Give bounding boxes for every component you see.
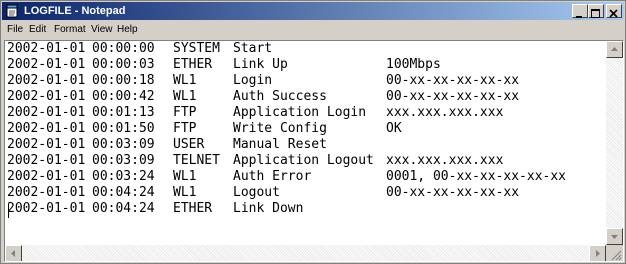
log-source: ETHER (173, 57, 213, 72)
editor[interactable]: 2002-01-01 00:00:00 SYSTEM Start 2002-01… (4, 40, 624, 262)
menu-edit[interactable]: Edit (29, 23, 46, 36)
minimize-icon (576, 16, 582, 18)
log-source: FTP (173, 121, 197, 136)
maximize-icon (591, 9, 600, 18)
minimize-button[interactable] (572, 4, 588, 18)
log-time: 00:00:42 (92, 89, 155, 104)
log-event: Link Up (233, 57, 288, 72)
text-area[interactable]: 2002-01-01 00:00:00 SYSTEM Start 2002-01… (5, 41, 606, 245)
window-title: LOGFILE - Notepad (24, 5, 126, 17)
log-source: WL1 (173, 169, 197, 184)
vertical-scrollbar[interactable] (606, 41, 623, 245)
log-value: xxx.xxx.xxx.xxx (386, 153, 504, 168)
notepad-icon (6, 4, 18, 18)
log-date: 2002-01-01 (7, 169, 86, 184)
scroll-left-button[interactable] (5, 245, 22, 261)
text-caret (8, 204, 9, 218)
log-source: WL1 (173, 73, 197, 88)
menu-format[interactable]: Format (54, 23, 86, 36)
log-time: 00:03:09 (92, 153, 155, 168)
log-date: 2002-01-01 (7, 89, 86, 104)
log-time: 00:04:24 (92, 201, 155, 216)
log-time: 00:00:03 (92, 57, 155, 72)
log-date: 2002-01-01 (7, 57, 86, 72)
arrow-left-icon (11, 250, 15, 257)
horizontal-scrollbar[interactable] (5, 245, 606, 261)
log-event: Write Config (233, 121, 327, 136)
log-event: Auth Error (233, 169, 312, 184)
log-source: WL1 (173, 185, 197, 200)
log-event: Logout (233, 185, 280, 200)
log-value: 00-xx-xx-xx-xx-xx (386, 89, 520, 104)
log-event: Start (233, 41, 273, 56)
log-date: 2002-01-01 (7, 153, 86, 168)
log-time: 00:00:18 (92, 73, 155, 88)
log-source: ETHER (173, 201, 213, 216)
log-date: 2002-01-01 (7, 41, 86, 56)
log-value: xxx.xxx.xxx.xxx (386, 105, 504, 120)
menu-bar: File Edit Format View Help (2, 21, 624, 38)
log-source: TELNET (173, 153, 220, 168)
maximize-button[interactable] (588, 4, 604, 18)
arrow-right-icon (596, 250, 600, 257)
log-source: WL1 (173, 89, 197, 104)
log-value: 00-xx-xx-xx-xx-xx (386, 185, 520, 200)
log-source: SYSTEM (173, 41, 220, 56)
log-time: 00:01:50 (92, 121, 155, 136)
log-date: 2002-01-01 (7, 121, 86, 136)
menu-help[interactable]: Help (117, 23, 138, 36)
size-grip[interactable] (606, 245, 623, 261)
log-value: 100Mbps (386, 57, 441, 72)
log-event: Manual Reset (233, 137, 327, 152)
log-date: 2002-01-01 (7, 137, 86, 152)
scroll-right-button[interactable] (589, 245, 606, 261)
scroll-down-button[interactable] (606, 228, 623, 245)
arrow-up-icon (611, 47, 618, 51)
close-icon (609, 9, 618, 18)
close-button[interactable] (606, 4, 622, 18)
log-event: Application Logout (233, 153, 374, 168)
log-event: Application Login (233, 105, 367, 120)
log-event: Link Down (233, 201, 304, 216)
log-event: Auth Success (233, 89, 327, 104)
log-source: USER (173, 137, 205, 152)
log-date: 2002-01-01 (7, 201, 86, 216)
notepad-window: LOGFILE - Notepad File Edit Format View … (0, 0, 626, 264)
log-time: 00:00:00 (92, 41, 155, 56)
title-bar[interactable]: LOGFILE - Notepad (2, 2, 624, 20)
size-grip-icon (611, 250, 622, 261)
arrow-down-icon (611, 235, 618, 239)
log-date: 2002-01-01 (7, 185, 86, 200)
log-value: 0001, 00-xx-xx-xx-xx-xx (386, 169, 567, 184)
log-time: 00:01:13 (92, 105, 155, 120)
scroll-up-button[interactable] (606, 41, 623, 58)
log-date: 2002-01-01 (7, 105, 86, 120)
log-date: 2002-01-01 (7, 73, 86, 88)
log-value: 00-xx-xx-xx-xx-xx (386, 73, 520, 88)
log-event: Login (233, 73, 273, 88)
log-time: 00:03:24 (92, 169, 155, 184)
log-value: OK (386, 121, 402, 136)
log-source: FTP (173, 105, 197, 120)
log-time: 00:04:24 (92, 185, 155, 200)
menu-view[interactable]: View (91, 23, 113, 36)
log-time: 00:03:09 (92, 137, 155, 152)
menu-file[interactable]: File (7, 23, 23, 36)
